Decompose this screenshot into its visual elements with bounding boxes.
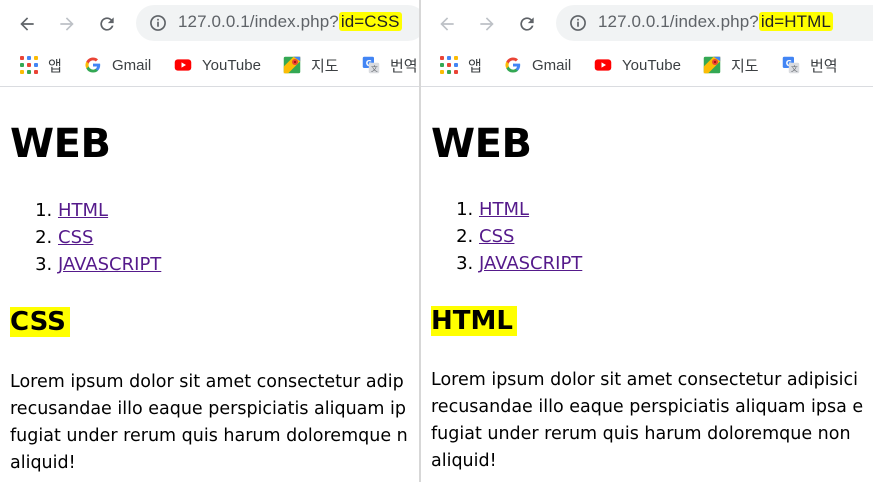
bookmark-youtube[interactable]: YouTube [594, 52, 681, 78]
bookmark-label: YouTube [202, 56, 261, 74]
back-arrow-icon [440, 17, 454, 31]
body-text: Lorem ipsum dolor sit amet consectetur a… [431, 367, 873, 475]
bookmark-label: Gmail [532, 56, 572, 74]
link-javascript[interactable]: JAVASCRIPT [479, 253, 582, 274]
bookmark-apps[interactable]: 앱 [20, 52, 62, 78]
reload-icon [520, 17, 534, 31]
back-arrow-icon [20, 17, 34, 31]
bookmark-label: 지도 [731, 57, 759, 75]
apps-grid-icon [440, 56, 458, 74]
reload-icon [100, 17, 114, 31]
bookmark-label: 번역 [810, 57, 838, 75]
bookmark-maps[interactable]: 지도 [283, 52, 339, 78]
bookmark-gmail[interactable]: Gmail [84, 52, 151, 78]
translate-icon: G文 [362, 56, 380, 74]
bookmark-label: Gmail [112, 56, 152, 74]
list-item: CSS [479, 223, 582, 250]
page-title: WEB [10, 121, 111, 167]
youtube-icon [174, 56, 192, 74]
forward-arrow-icon [480, 17, 494, 31]
browser-window-right: 127.0.0.1/index.php? id=HTML 앱 Gmail You… [421, 0, 873, 482]
forward-arrow-icon [60, 17, 74, 31]
page-title: WEB [431, 121, 532, 167]
body-line: aliquid! [431, 451, 497, 471]
url-text[interactable]: 127.0.0.1/index.php? id=CSS [178, 12, 402, 32]
body-line: recusandae illo eaque perspiciatis aliqu… [10, 399, 406, 419]
svg-text:文: 文 [791, 64, 798, 73]
body-text: Lorem ipsum dolor sit amet consectetur a… [10, 369, 420, 477]
back-button[interactable] [13, 10, 41, 38]
link-html[interactable]: HTML [479, 199, 529, 220]
body-line: Lorem ipsum dolor sit amet consectetur a… [10, 372, 404, 392]
link-javascript[interactable]: JAVASCRIPT [58, 254, 161, 275]
url-query-highlight: id=HTML [758, 12, 833, 31]
apps-grid-icon [20, 56, 38, 74]
address-bar[interactable]: 127.0.0.1/index.php? id=HTML [556, 5, 873, 41]
list-item: JAVASCRIPT [58, 251, 161, 278]
body-line: Lorem ipsum dolor sit amet consectetur a… [431, 370, 859, 390]
browser-window-left: 127.0.0.1/index.php? id=CSS 앱 Gmail YouT… [0, 0, 420, 482]
topic-heading-highlight: HTML [431, 306, 517, 336]
body-line: recusandae illo eaque perspiciatis aliqu… [431, 397, 864, 417]
bookmark-gmail[interactable]: Gmail [504, 52, 571, 78]
list-item: HTML [58, 197, 161, 224]
address-bar[interactable]: 127.0.0.1/index.php? id=CSS [136, 5, 420, 41]
google-g-icon [504, 56, 522, 74]
body-line: fugiat under rerum quis harum doloremque… [10, 426, 408, 446]
bookmark-translate[interactable]: G文 번역 [782, 52, 838, 78]
reload-button[interactable] [93, 10, 121, 38]
topic-heading-highlight: CSS [10, 307, 70, 337]
topic-heading: HTML [431, 306, 517, 336]
bookmark-maps[interactable]: 지도 [703, 52, 759, 78]
info-icon[interactable] [568, 13, 588, 33]
list-item: CSS [58, 224, 161, 251]
forward-button[interactable] [53, 10, 81, 38]
maps-icon [283, 56, 301, 74]
bookmark-label: YouTube [622, 56, 681, 74]
bookmark-label: 앱 [48, 57, 62, 75]
youtube-icon [594, 56, 612, 74]
translate-icon: G文 [782, 56, 800, 74]
url-query-highlight: id=CSS [338, 12, 402, 31]
maps-icon [703, 56, 721, 74]
list-item: HTML [479, 196, 582, 223]
browser-toolbar: 127.0.0.1/index.php? id=CSS 앱 Gmail YouT… [0, 0, 420, 87]
link-html[interactable]: HTML [58, 200, 108, 221]
bookmark-youtube[interactable]: YouTube [174, 52, 261, 78]
bookmark-label: 지도 [311, 57, 339, 75]
url-prefix: 127.0.0.1/index.php? [178, 12, 339, 31]
back-button[interactable] [433, 10, 461, 38]
body-line: aliquid! [10, 453, 76, 473]
link-css[interactable]: CSS [58, 227, 93, 248]
svg-text:文: 文 [371, 64, 378, 73]
bookmark-label: 앱 [468, 57, 482, 75]
reload-button[interactable] [513, 10, 541, 38]
link-css[interactable]: CSS [479, 226, 514, 247]
forward-button[interactable] [473, 10, 501, 38]
topic-list: HTML CSS JAVASCRIPT [34, 197, 161, 278]
bookmark-label: 번역 [390, 57, 418, 75]
list-item: JAVASCRIPT [479, 250, 582, 277]
bookmark-apps[interactable]: 앱 [440, 52, 482, 78]
topic-list: HTML CSS JAVASCRIPT [455, 196, 582, 277]
browser-toolbar: 127.0.0.1/index.php? id=HTML 앱 Gmail You… [421, 0, 873, 87]
url-prefix: 127.0.0.1/index.php? [598, 12, 759, 31]
bookmark-translate[interactable]: G文 번역 [362, 52, 418, 78]
body-line: fugiat under rerum quis harum doloremque… [431, 424, 851, 444]
topic-heading: CSS [10, 307, 70, 337]
google-g-icon [84, 56, 102, 74]
url-text[interactable]: 127.0.0.1/index.php? id=HTML [598, 12, 833, 32]
info-icon[interactable] [148, 13, 168, 33]
